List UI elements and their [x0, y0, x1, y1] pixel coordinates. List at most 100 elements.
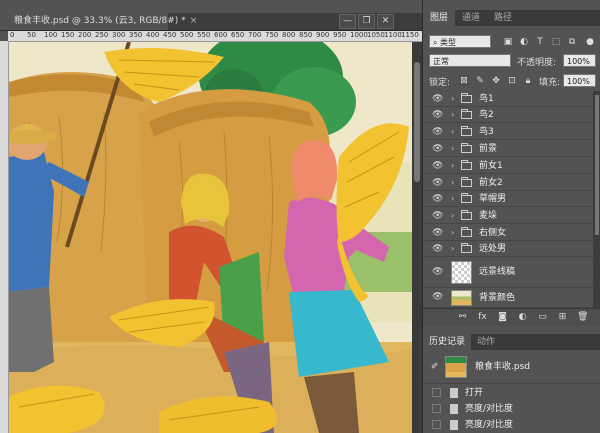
eye-icon[interactable]: 👁︎ [432, 110, 444, 120]
horizontal-ruler[interactable]: 0 50 100 150 200 250 300 350 400 450 500 550 600 650 7… [8, 31, 422, 42]
opacity-input[interactable]: 100% [563, 54, 596, 67]
fill-input[interactable]: 100% [563, 74, 596, 87]
history-snapshot[interactable]: ✐ 粮食丰收.psd [423, 351, 600, 384]
chevron-right-icon[interactable]: › [451, 127, 454, 137]
ruler-tick-label: 150 [61, 31, 75, 39]
add-mask-icon[interactable]: ◙ [497, 312, 508, 323]
minimize-button[interactable]: — [339, 14, 356, 29]
history-source-checkbox[interactable] [432, 388, 441, 397]
history-item[interactable]: 亮度/对比度 [423, 401, 600, 417]
fx-icon[interactable]: fx [477, 312, 488, 323]
canvas-vertical-scrollbar[interactable] [412, 42, 422, 433]
ruler-tick-label: 500 [180, 31, 194, 39]
lock-all-icon[interactable]: 🔒︎ [523, 76, 533, 86]
layer-row[interactable]: 👁︎ › 麦垛 [423, 208, 593, 224]
folder-icon [461, 227, 472, 237]
chevron-right-icon[interactable]: › [451, 194, 454, 204]
eye-icon[interactable]: 👁︎ [432, 267, 444, 277]
layer-row[interactable]: 👁︎ › 鸟2 [423, 107, 593, 123]
chevron-right-icon[interactable]: › [451, 110, 454, 120]
restore-button[interactable]: ❐ [358, 14, 375, 29]
eye-icon[interactable]: 👁︎ [432, 161, 444, 171]
eye-icon[interactable]: 👁︎ [432, 228, 444, 238]
history-source-checkbox[interactable] [432, 420, 441, 429]
blend-mode-select[interactable]: 正常 [429, 54, 511, 67]
new-layer-icon[interactable]: ⊞ [557, 312, 568, 323]
layer-row[interactable]: 👁︎ › 草帽男 [423, 191, 593, 207]
history-item[interactable]: 打开 [423, 385, 600, 401]
chevron-right-icon[interactable]: › [451, 178, 454, 188]
ruler-tick-label: 1000 [350, 31, 368, 39]
filter-kind-select[interactable]: ⌕ 类型 [429, 35, 491, 48]
layer-row[interactable]: 👁︎ 远景线稿 [423, 257, 593, 288]
layer-name: 草帽男 [479, 194, 507, 204]
layer-row[interactable]: 👁︎ › 前女2 [423, 175, 593, 191]
folder-icon [461, 93, 472, 103]
tab-history[interactable]: 历史记录 [423, 334, 472, 350]
eye-icon[interactable]: 👁︎ [432, 127, 444, 137]
history-source-checkbox[interactable] [432, 404, 441, 413]
ruler-tick-label: 1100 [384, 31, 402, 39]
layer-row[interactable]: 👁︎ › 鸟1 [423, 91, 593, 107]
type-filter-icon[interactable]: T [535, 37, 545, 47]
close-tab-icon[interactable]: × [190, 16, 198, 26]
eye-icon[interactable]: 👁︎ [432, 292, 444, 302]
ruler-tick-label: 200 [78, 31, 92, 39]
layer-row[interactable]: 👁︎ › 远处男 [423, 241, 593, 257]
folder-icon [461, 243, 472, 253]
chevron-right-icon[interactable]: › [451, 94, 454, 104]
history-item[interactable]: 亮度/对比度 [423, 417, 600, 433]
vertical-ruler[interactable] [0, 41, 9, 433]
lock-pixels-icon[interactable]: ✎ [475, 76, 485, 86]
shape-filter-icon[interactable]: ⬚ [551, 37, 561, 47]
layer-name: 鸟3 [479, 127, 494, 137]
folder-icon [461, 143, 472, 153]
lock-position-icon[interactable]: ✥ [491, 76, 501, 86]
history-brush-icon[interactable]: ✐ [431, 362, 439, 372]
image-canvas[interactable] [9, 42, 422, 433]
layer-row[interactable]: 👁︎ › 右侧女 [423, 225, 593, 241]
layer-name: 右侧女 [479, 228, 507, 238]
tab-channels[interactable]: 通道 [455, 10, 487, 26]
adjustment-filter-icon[interactable]: ◐ [519, 37, 529, 47]
chevron-right-icon[interactable]: › [451, 161, 454, 171]
eye-icon[interactable]: 👁︎ [432, 194, 444, 204]
eye-icon[interactable]: 👁︎ [432, 244, 444, 254]
lock-label: 锁定: [429, 78, 451, 88]
new-group-icon[interactable]: ▭ [537, 312, 548, 323]
lock-artboard-icon[interactable]: ⊡ [507, 76, 517, 86]
eye-icon[interactable]: 👁︎ [432, 178, 444, 188]
tab-layers[interactable]: 图层 [423, 10, 456, 26]
link-layers-icon[interactable]: ⚯ [457, 312, 468, 323]
layers-scrollbar[interactable] [593, 91, 600, 308]
smart-object-filter-icon[interactable]: ⧉ [567, 37, 577, 47]
eye-icon[interactable]: 👁︎ [432, 211, 444, 221]
harvest-illustration [9, 42, 422, 433]
layers-panel-tabs: 图层 通道 路径 [423, 10, 600, 26]
layer-name: 前女2 [479, 178, 503, 188]
tab-actions[interactable]: 动作 [471, 334, 501, 350]
close-button[interactable]: ✕ [377, 14, 394, 29]
chevron-right-icon[interactable]: › [451, 244, 454, 254]
trash-icon[interactable]: 🗑 [577, 312, 588, 323]
lock-transparent-icon[interactable]: ⊠ [459, 76, 469, 86]
scrollbar-thumb[interactable] [595, 95, 599, 235]
layer-row[interactable]: 👁︎ › 前景 [423, 141, 593, 157]
adjustment-layer-icon[interactable]: ◐ [517, 312, 528, 323]
snapshot-name: 粮食丰收.psd [475, 362, 530, 372]
chevron-right-icon[interactable]: › [451, 228, 454, 238]
pixel-filter-icon[interactable]: ▣ [503, 37, 513, 47]
history-item-label: 亮度/对比度 [465, 404, 514, 414]
layer-row[interactable]: 👁︎ 背景颜色 [423, 288, 593, 308]
scrollbar-thumb[interactable] [414, 62, 420, 182]
chevron-right-icon[interactable]: › [451, 211, 454, 221]
layer-tools-bar: ⚯ fx ◙ ◐ ▭ ⊞ 🗑 [423, 308, 600, 326]
tab-paths[interactable]: 路径 [487, 10, 519, 26]
eye-icon[interactable]: 👁︎ [432, 94, 444, 104]
chevron-right-icon[interactable]: › [451, 144, 454, 154]
layer-row[interactable]: 👁︎ › 前女1 [423, 158, 593, 174]
eye-icon[interactable]: 👁︎ [432, 144, 444, 154]
filter-toggle-icon[interactable]: ● [585, 37, 595, 47]
layer-row[interactable]: 👁︎ › 鸟3 [423, 124, 593, 140]
document-tab[interactable]: 粮食丰收.psd @ 33.3% (云3, RGB/8#) * × [0, 13, 197, 30]
